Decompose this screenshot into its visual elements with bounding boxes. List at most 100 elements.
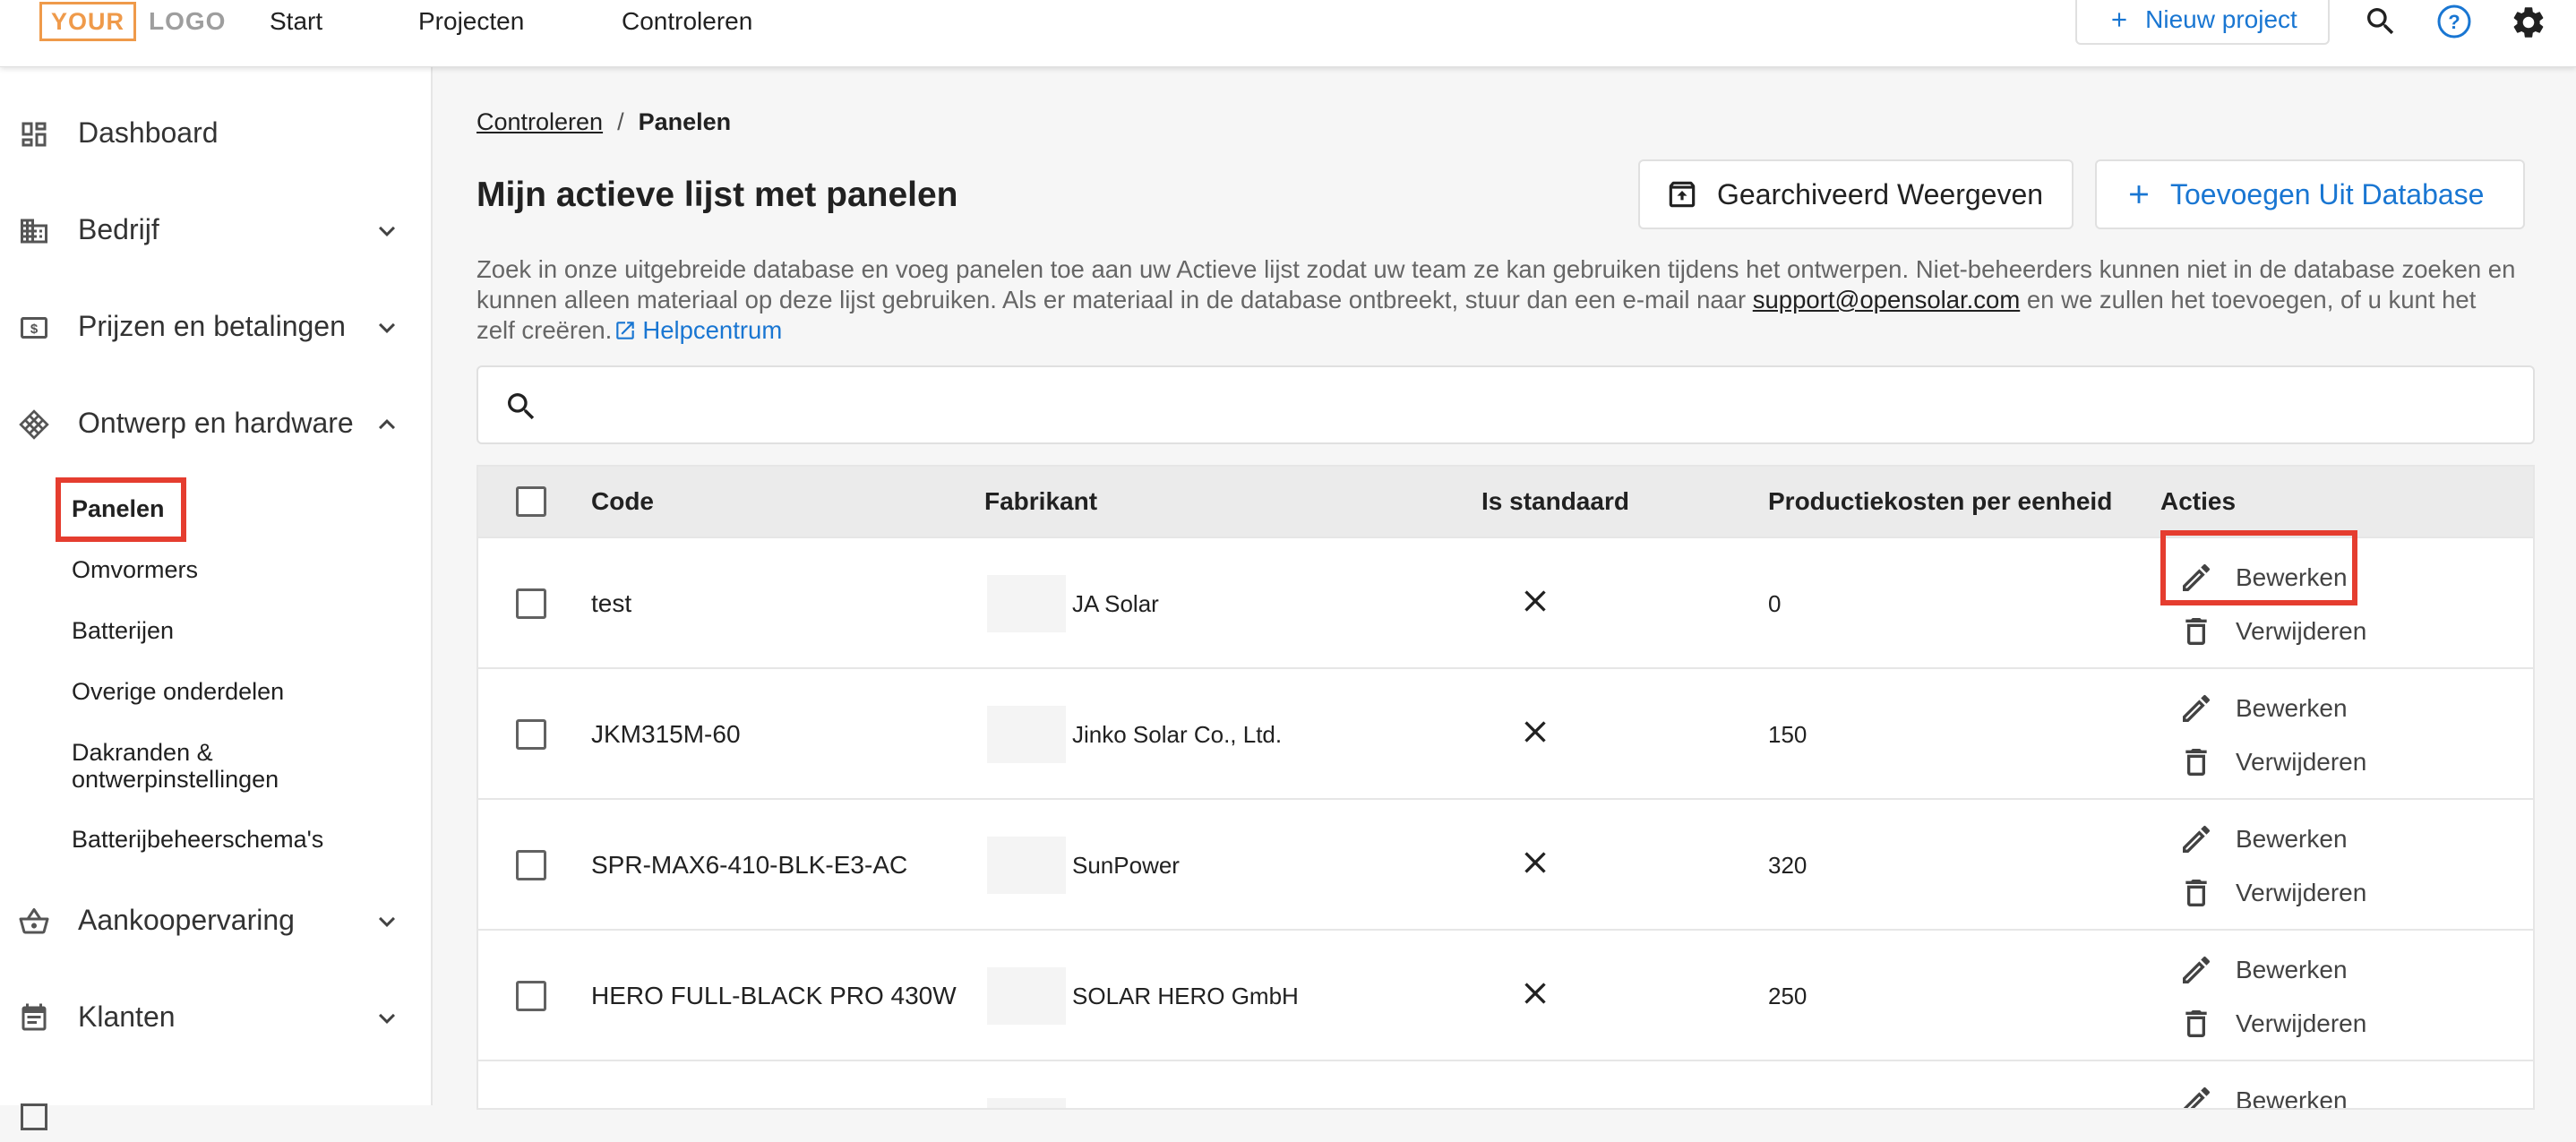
close-x-icon [1524, 590, 1546, 612]
add-from-database-label: Toevoegen Uit Database [2170, 177, 2485, 210]
close-x-icon [1524, 721, 1546, 743]
description-line-2-post: en we zullen het toevoegen, of u kunt he… [2026, 286, 2477, 313]
sidebar-subitem-dakranden-line1: Dakranden & [72, 739, 213, 766]
sidebar-item-bedrijf[interactable]: Bedrijf [0, 202, 431, 256]
search-icon[interactable] [2363, 4, 2399, 39]
sidebar-item-aankoopervaring[interactable]: Aankoopervaring [0, 893, 431, 947]
sidebar-subitem-omvormers[interactable]: Omvormers [72, 556, 198, 583]
plus-icon [2112, 13, 2126, 27]
show-archived-button[interactable]: Gearchiveerd Weergeven [1638, 159, 2074, 229]
new-project-button[interactable]: Nieuw project [2075, 0, 2330, 45]
sidebar-subitem-batterijbeheer[interactable]: Batterijbeheerschema's [72, 826, 323, 853]
row-checkbox[interactable] [516, 719, 546, 750]
breadcrumb-current: Panelen [638, 108, 732, 135]
logo-your-text: YOUR [39, 2, 137, 41]
select-all-checkbox[interactable] [516, 486, 546, 517]
sidebar-item-label: Prijzen en betalingen [78, 310, 346, 342]
money-icon: $ [21, 317, 47, 339]
table-row: test JA Solar 0 Bewerken Verwijderen [478, 537, 2533, 667]
show-archived-label: Gearchiveerd Weergeven [1717, 177, 2044, 210]
active-item-highlight [56, 477, 186, 542]
manufacturer-logo [987, 575, 1066, 632]
sidebar-item-label: Aankoopervaring [78, 904, 295, 936]
cell-manufacturer: JA Solar [1072, 590, 1159, 617]
pencil-icon [2183, 956, 2211, 983]
header-is-default[interactable]: Is standaard [1481, 467, 1629, 537]
table-header: Code Fabrikant Is standaard Productiekos… [478, 467, 2533, 537]
edit-button[interactable]: Bewerken [2169, 558, 2348, 597]
sidebar-item-partial[interactable] [0, 1088, 431, 1142]
cell-cost: 250 [1768, 983, 1807, 1009]
table-row: JKM315M-60 Jinko Solar Co., Ltd. 150 Bew… [478, 667, 2533, 798]
new-project-label: Nieuw project [2145, 5, 2297, 33]
cell-manufacturer: SOLAR HERO GmbH [1072, 983, 1299, 1009]
plus-icon [2130, 185, 2148, 203]
building-icon [21, 219, 47, 244]
trash-icon [2185, 880, 2207, 906]
breadcrumb-separator: / [617, 108, 624, 135]
sidebar-item-label: Bedrijf [78, 213, 159, 245]
external-link-icon [616, 322, 635, 339]
panels-table: Code Fabrikant Is standaard Productiekos… [477, 465, 2535, 1110]
row-checkbox[interactable] [516, 981, 546, 1011]
help-center-link[interactable]: Helpcentrum [612, 316, 782, 344]
search-input[interactable] [477, 365, 2535, 444]
cell-cost: 320 [1768, 852, 1807, 879]
cell-code: HERO FULL-BLACK PRO 430W [591, 982, 957, 1009]
sidebar: Dashboard Bedrijf $ Prijzen en betalinge… [0, 67, 433, 1130]
edit-label: Bewerken [2236, 694, 2348, 722]
edit-button[interactable]: Bewerken [2169, 820, 2348, 859]
nav-projecten[interactable]: Projecten [418, 0, 524, 43]
top-bar: YOUR LOGO Start Projecten Controleren Ni… [0, 0, 2576, 67]
header-actions: Acties [2160, 487, 2237, 515]
delete-button[interactable]: Verwijderen [2169, 1004, 2366, 1043]
header-code[interactable]: Code [591, 467, 654, 537]
header-manufacturer[interactable]: Fabrikant [984, 467, 1097, 537]
manufacturer-logo [987, 837, 1066, 894]
row-checkbox[interactable] [516, 588, 546, 619]
edit-label: Bewerken [2236, 825, 2348, 853]
truncated-icon [21, 1103, 47, 1130]
edit-label: Bewerken [2236, 1086, 2348, 1110]
edit-button[interactable]: Bewerken [2169, 689, 2348, 728]
archive-icon [1669, 181, 1696, 208]
logo-logo-text: LOGO [149, 7, 227, 35]
edit-button[interactable]: Bewerken [2169, 950, 2348, 990]
settings-gear-icon[interactable] [2510, 4, 2546, 39]
grid-pattern-icon [19, 409, 49, 440]
company-logo[interactable]: YOUR LOGO [39, 0, 226, 43]
edit-button[interactable]: Bewerken [2169, 1081, 2348, 1110]
delete-button[interactable]: Verwijderen [2169, 743, 2366, 782]
delete-button[interactable]: Verwijderen [2169, 612, 2366, 651]
cell-manufacturer: SunPower [1072, 852, 1180, 879]
header-cost[interactable]: Productiekosten per eenheid [1768, 467, 2112, 537]
table-row: HERO FULL-BLACK PRO 430W SOLAR HERO GmbH… [478, 929, 2533, 1060]
sidebar-item-klanten[interactable]: Klanten [0, 990, 431, 1043]
sidebar-subitem-overige[interactable]: Overige onderdelen [72, 678, 284, 705]
sidebar-item-label: Dashboard [78, 116, 219, 149]
sidebar-item-dashboard[interactable]: Dashboard [0, 106, 431, 159]
table-row: SPR-MAX6-410-BLK-E3-AC SunPower 320 Bewe… [478, 798, 2533, 929]
delete-label: Verwijderen [2236, 748, 2367, 776]
delete-button[interactable]: Verwijderen [2169, 873, 2366, 913]
breadcrumb: Controleren / Panelen [477, 107, 731, 136]
support-email-link[interactable]: support@opensolar.com [1753, 286, 2021, 313]
nav-start[interactable]: Start [270, 0, 322, 43]
pencil-icon [2183, 1086, 2211, 1108]
sidebar-subitem-dakranden[interactable]: Dakranden & ontwerpinstellingen [72, 739, 279, 793]
add-from-database-button[interactable]: Toevoegen Uit Database [2095, 159, 2525, 229]
breadcrumb-link-controleren[interactable]: Controleren [477, 108, 603, 135]
description-line-2: kunnen alleen materiaal op deze lijst ge… [477, 285, 2537, 315]
row-checkbox[interactable] [516, 850, 546, 880]
manufacturer-logo [987, 967, 1066, 1025]
chevron-down-icon [379, 1013, 395, 1024]
sidebar-item-ontwerp[interactable]: Ontwerp en hardware [0, 396, 431, 450]
delete-label: Verwijderen [2236, 1009, 2367, 1037]
sidebar-item-prijzen[interactable]: $ Prijzen en betalingen [0, 299, 431, 353]
description-line-1: Zoek in onze uitgebreide database en voe… [477, 255, 2516, 283]
help-circle-icon[interactable]: ? [2436, 4, 2472, 39]
description-line-2-pre: kunnen alleen materiaal op deze lijst ge… [477, 286, 1747, 313]
sidebar-subitem-batterijen[interactable]: Batterijen [72, 617, 174, 644]
nav-controleren[interactable]: Controleren [622, 0, 752, 43]
help-center-label: Helpcentrum [642, 316, 783, 344]
